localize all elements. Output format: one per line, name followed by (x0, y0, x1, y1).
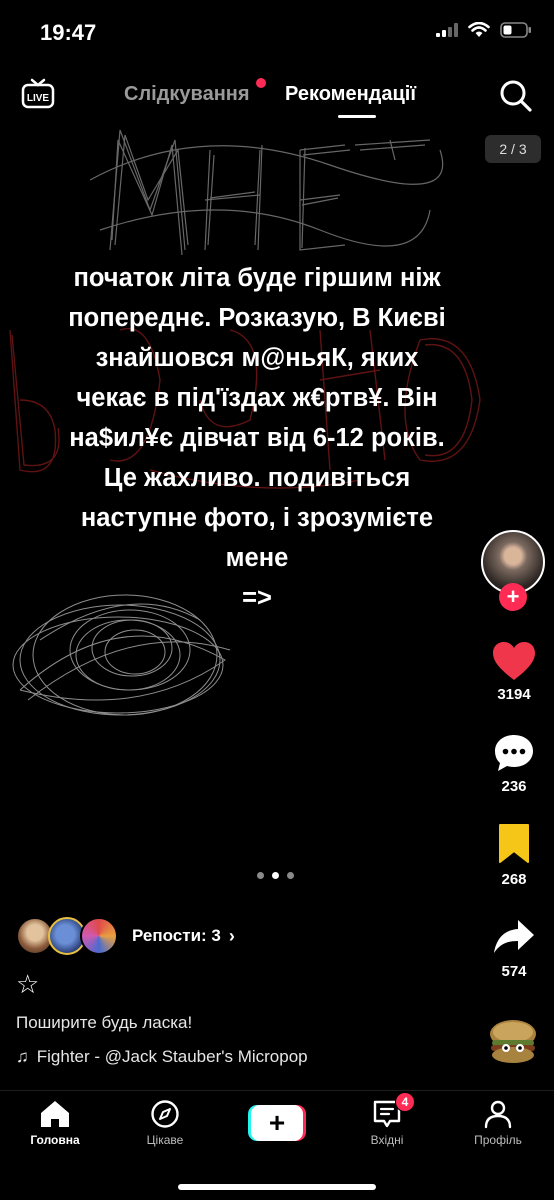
music-note-icon: ♫ (16, 1047, 29, 1066)
post-caption[interactable]: Поширите будь ласка! (16, 1013, 192, 1033)
search-button[interactable] (498, 78, 534, 114)
reposts-label: Репости: 3 (132, 926, 221, 945)
inbox-badge: 4 (395, 1092, 415, 1112)
share-count: 574 (501, 963, 527, 980)
music-title: Fighter - @Jack Stauber's Micropop (36, 1047, 308, 1066)
live-label: LIVE (27, 93, 50, 104)
music-info[interactable]: ♫ Fighter - @Jack Stauber's Micropop (16, 1047, 308, 1067)
save-button[interactable] (489, 818, 539, 868)
bookmark-icon (499, 824, 529, 863)
like-count: 3194 (497, 686, 531, 703)
tab-profile-label: Профіль (474, 1133, 522, 1147)
photo-page-counter: 2 / 3 (485, 135, 541, 163)
carousel-dot-active (272, 872, 279, 879)
like-button[interactable] (489, 636, 539, 686)
create-button[interactable]: + (248, 1105, 306, 1141)
status-icons (436, 22, 532, 38)
create-plus-symbol: + (269, 1107, 285, 1138)
tab-discover-label: Цікаве (146, 1133, 184, 1147)
wifi-icon (468, 22, 490, 37)
cellular-signal-icon (436, 23, 458, 37)
carousel-indicator (257, 872, 294, 879)
comment-button[interactable] (489, 728, 539, 778)
share-arrow-icon (494, 920, 534, 953)
tab-for-you[interactable]: Рекомендації (285, 83, 416, 106)
tab-inbox-label: Вхідні (370, 1133, 404, 1147)
following-notification-dot (256, 78, 266, 88)
battery-icon (500, 22, 531, 38)
share-button[interactable] (489, 912, 539, 962)
screen: 19:47 LIVE Слідкування Рекомендації 2 / … (0, 0, 554, 1200)
tab-following[interactable]: Слідкування (124, 83, 250, 106)
carousel-dot (287, 872, 294, 879)
music-disc-icon[interactable] (484, 1012, 542, 1070)
live-button[interactable]: LIVE (20, 76, 56, 112)
tab-home-label: Головна (30, 1133, 80, 1147)
compass-icon (151, 1100, 179, 1128)
reposts-row[interactable]: Репости: 3 › (16, 917, 235, 955)
status-time: 19:47 (40, 20, 97, 45)
active-tab-indicator (338, 115, 376, 118)
comment-icon (495, 735, 533, 771)
follow-button[interactable]: + (499, 583, 527, 611)
search-icon (500, 80, 532, 112)
live-tv-icon: LIVE (21, 78, 55, 109)
post-overlay-text: початок літа буде гіршим ніж попереднє. … (68, 264, 446, 612)
profile-icon (484, 1100, 512, 1129)
comment-count: 236 (501, 778, 527, 795)
chevron-right-icon: › (228, 925, 235, 946)
create-plus-icon: + (248, 1105, 306, 1141)
home-indicator (178, 1184, 376, 1190)
home-icon (41, 1101, 69, 1127)
tab-home[interactable]: Головна (10, 1099, 100, 1147)
tab-discover[interactable]: Цікаве (120, 1099, 210, 1147)
tab-inbox[interactable]: Вхідні (342, 1099, 432, 1147)
star-icon: ☆ (16, 969, 40, 999)
save-count: 268 (501, 871, 527, 888)
carousel-dot (257, 872, 264, 879)
heart-icon (493, 642, 535, 680)
repost-avatar (80, 917, 118, 955)
tab-profile[interactable]: Профіль (453, 1099, 543, 1147)
